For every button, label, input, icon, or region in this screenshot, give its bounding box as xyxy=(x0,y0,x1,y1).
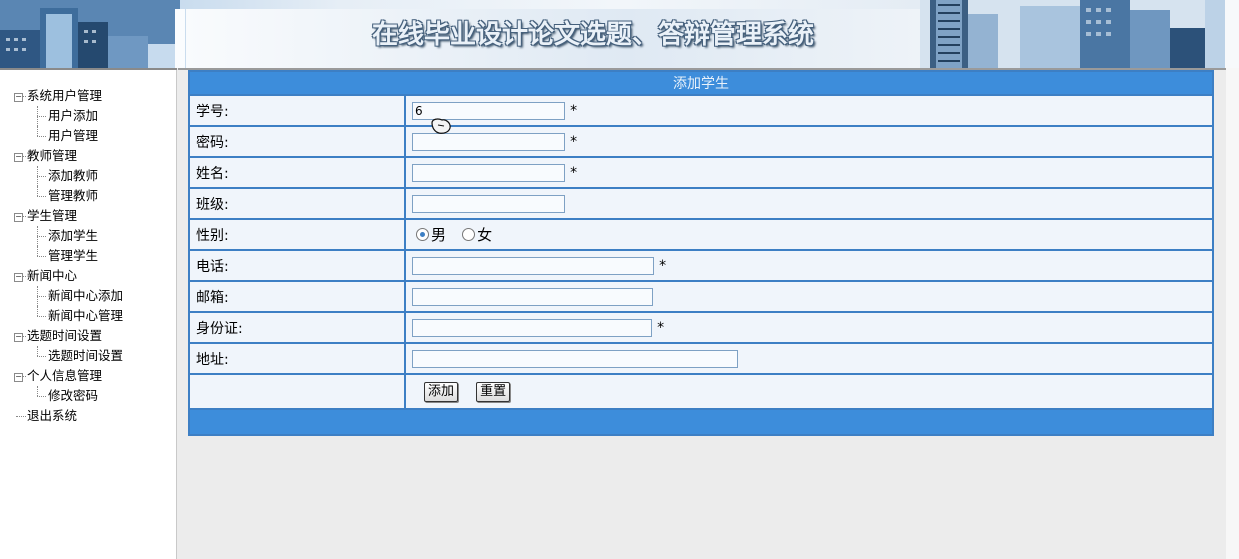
field-label: 地址: xyxy=(188,342,406,375)
field-cell: * xyxy=(404,311,1214,344)
app-title: 在线毕业设计论文选题、答辩管理系统 xyxy=(372,20,815,50)
gender-female-label: 女 xyxy=(477,226,493,244)
form-title: 添加学生 xyxy=(188,70,1214,96)
nav-item-label: 新闻中心管理 xyxy=(48,308,124,323)
form-row-name: 姓名: * xyxy=(188,156,1214,189)
collapse-icon[interactable]: − xyxy=(14,93,23,102)
collapse-icon[interactable]: − xyxy=(14,273,23,282)
nav-item-label: 用户添加 xyxy=(48,108,99,123)
collapse-icon[interactable]: − xyxy=(14,373,23,382)
field-cell: * xyxy=(404,125,1214,158)
form-row-student-id: 学号: * xyxy=(188,94,1214,127)
nav-group-label: 新闻中心 xyxy=(27,268,78,283)
nav-item-label: 添加教师 xyxy=(48,168,99,183)
field-cell: * xyxy=(404,156,1214,189)
form-row-actions: 添加 重置 xyxy=(188,373,1214,410)
required-mark: * xyxy=(570,102,578,119)
nav-group-label: 学生管理 xyxy=(27,208,78,223)
nav-item-label: 修改密码 xyxy=(48,388,99,403)
field-label: 邮箱: xyxy=(188,280,406,313)
required-mark: * xyxy=(659,257,667,274)
form-caption-row: 添加学生 xyxy=(188,70,1214,96)
required-mark: * xyxy=(570,133,578,150)
actions-cell: 添加 重置 xyxy=(404,373,1214,410)
field-cell xyxy=(404,187,1214,220)
gender-male-radio[interactable] xyxy=(416,228,429,241)
reset-button[interactable]: 重置 xyxy=(476,381,511,402)
nav-item-label: 选题时间设置 xyxy=(48,348,124,363)
required-mark: * xyxy=(570,164,578,181)
nav-group-label: 教师管理 xyxy=(27,148,78,163)
gender-female-radio[interactable] xyxy=(462,228,476,241)
address-input[interactable] xyxy=(412,349,738,368)
form-row-password: 密码: * xyxy=(188,125,1214,158)
field-label: 学号: xyxy=(188,94,406,127)
nav-group-label: 选题时间设置 xyxy=(27,328,103,343)
sidebar-nav: − 系统用户管理 用户添加 用户管理 − 教师管理 添加教师 管理教师 − 学生… xyxy=(0,68,177,559)
field-cell: * xyxy=(404,249,1214,282)
field-label: 电话: xyxy=(188,249,406,282)
actions-label-cell xyxy=(188,373,406,410)
sidebar-top-border xyxy=(0,68,178,70)
nav-item-label: 管理教师 xyxy=(48,188,99,203)
form-row-class: 班级: xyxy=(188,187,1214,220)
field-label: 班级: xyxy=(188,187,406,220)
building-left-image xyxy=(0,0,180,68)
collapse-icon[interactable]: − xyxy=(14,333,23,342)
class-input[interactable] xyxy=(412,194,565,213)
add-button[interactable]: 添加 xyxy=(424,381,459,402)
email-input[interactable] xyxy=(412,287,653,306)
header-banner: 在线毕业设计论文选题、答辩管理系统 xyxy=(0,0,1239,68)
banner-divider xyxy=(175,9,185,68)
password-input[interactable] xyxy=(412,132,565,151)
field-label: 性别: xyxy=(188,218,406,251)
field-cell xyxy=(404,342,1214,375)
nav-logout-label: 退出系统 xyxy=(27,408,78,423)
form-row-id-card: 身份证: * xyxy=(188,311,1214,344)
nav-group-label: 系统用户管理 xyxy=(27,88,103,103)
form-row-gender: 性别: 男 女 xyxy=(188,218,1214,251)
form-row-email: 邮箱: xyxy=(188,280,1214,313)
field-cell: * xyxy=(404,94,1214,127)
required-mark: * xyxy=(657,319,665,336)
collapse-icon[interactable]: − xyxy=(14,213,23,222)
hand-cursor-icon xyxy=(431,118,451,134)
nav-item-label: 添加学生 xyxy=(48,228,99,243)
nav-item-label: 新闻中心添加 xyxy=(48,288,124,303)
field-cell xyxy=(404,280,1214,313)
building-right-image xyxy=(920,0,1239,68)
name-input[interactable] xyxy=(412,163,565,182)
nav-item-label: 用户管理 xyxy=(48,128,99,143)
field-label: 密码: xyxy=(188,125,406,158)
gender-male-label: 男 xyxy=(431,226,447,244)
id-card-input[interactable] xyxy=(412,318,652,337)
nav-group-label: 个人信息管理 xyxy=(27,368,103,383)
field-cell: 男 女 xyxy=(404,218,1214,251)
field-label: 身份证: xyxy=(188,311,406,344)
form-row-address: 地址: xyxy=(188,342,1214,375)
add-student-form: 添加学生 学号: * 密码: * 姓名: * 班级: 性别: 男 女 xyxy=(188,70,1214,436)
form-row-phone: 电话: * xyxy=(188,249,1214,282)
form-footer-row xyxy=(188,408,1214,436)
field-label: 姓名: xyxy=(188,156,406,189)
phone-input[interactable] xyxy=(412,256,654,275)
right-gutter xyxy=(1226,68,1239,559)
form-footer xyxy=(188,408,1214,436)
nav-item-label: 管理学生 xyxy=(48,248,99,263)
collapse-icon[interactable]: − xyxy=(14,153,23,162)
